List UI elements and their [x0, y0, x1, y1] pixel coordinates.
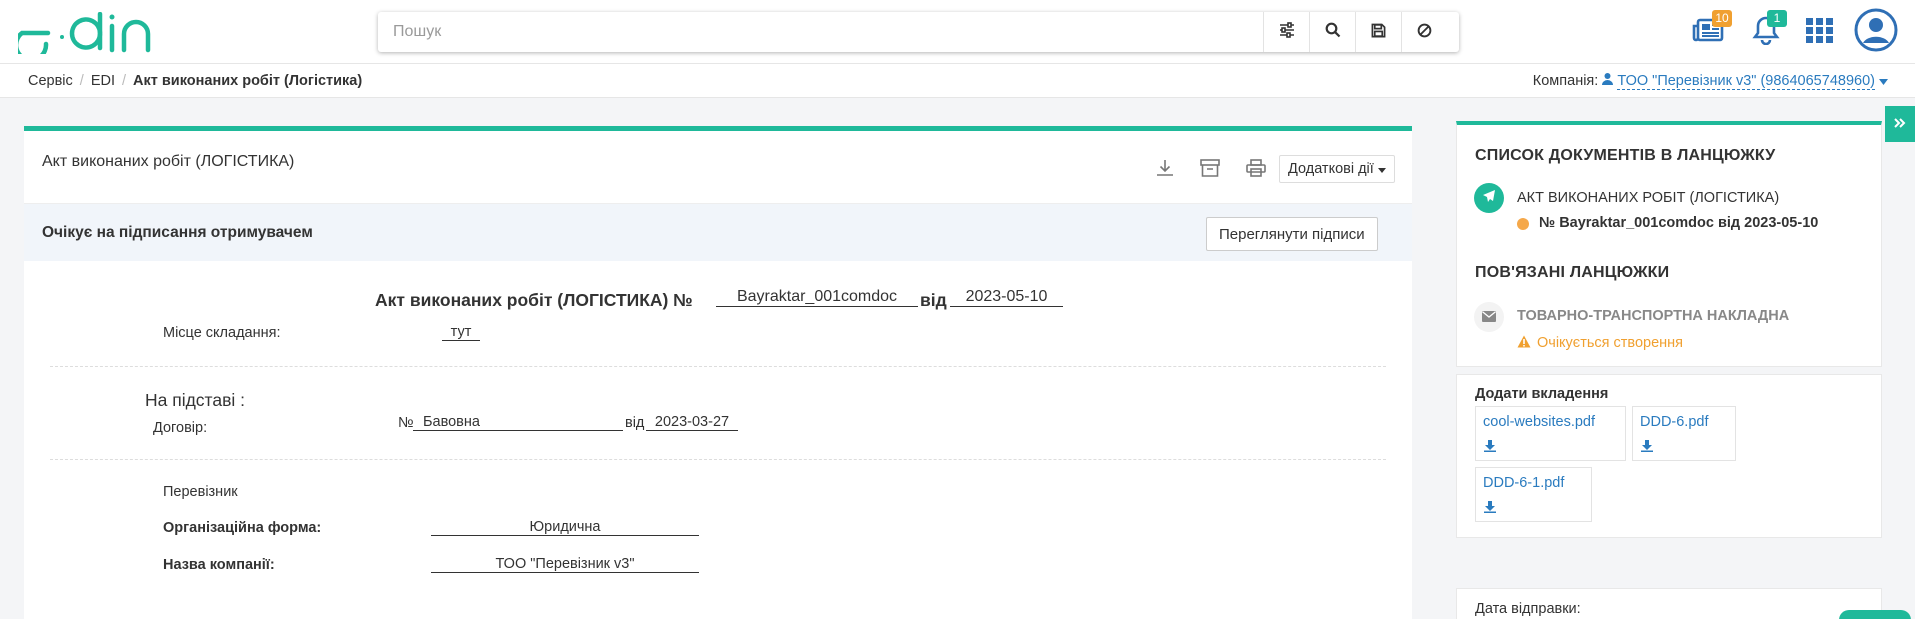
attachment-file[interactable]: cool-websites.pdf [1475, 406, 1626, 461]
attachment-file[interactable]: DDD-6.pdf [1632, 406, 1736, 461]
paper-plane-icon [1482, 189, 1496, 207]
print-icon [1246, 159, 1266, 181]
search-icon [1325, 22, 1341, 42]
attachments-panel: Додати вкладення cool-websites.pdf DDD-6… [1456, 374, 1882, 538]
filter-button[interactable] [1263, 12, 1309, 52]
envelope-icon [1482, 309, 1496, 326]
place-value: тут [442, 324, 480, 341]
notifications-button[interactable]: 1 [1743, 10, 1789, 54]
chain-doc-number: № Bayraktar_001comdoc від 2023-05-10 [1539, 215, 1819, 231]
basis-heading: На підставі : [145, 390, 246, 410]
user-avatar-button[interactable] [1852, 8, 1900, 56]
related-doc-name[interactable]: ТОВАРНО-ТРАНСПОРТНА НАКЛАДНА [1517, 308, 1789, 324]
search-input[interactable] [378, 12, 1263, 52]
search-button[interactable] [1309, 12, 1355, 52]
attachment-file[interactable]: DDD-6-1.pdf [1475, 467, 1592, 522]
user-icon [1602, 73, 1614, 89]
carrier-heading: Перевізник [163, 484, 238, 500]
double-chevron-right-icon [1894, 116, 1906, 133]
breadcrumb-service[interactable]: Сервіс [28, 73, 73, 89]
warning-icon [1517, 335, 1531, 352]
related-doc-badge [1474, 302, 1504, 332]
edin-logo[interactable] [13, 11, 158, 63]
related-doc-status: Очікується створення [1537, 335, 1684, 351]
company-dropdown[interactable]: ТОО "Перевізник v3" (9864065748960) [1617, 73, 1875, 90]
document-date-field: 2023-05-10 [950, 288, 1063, 307]
floppy-disk-icon [1371, 23, 1386, 42]
news-button[interactable]: 10 [1686, 10, 1732, 54]
save-search-button[interactable] [1355, 12, 1401, 52]
company-label: Компанія: [1532, 73, 1599, 89]
contract-from-label: від [625, 415, 645, 431]
clear-search-button[interactable] [1401, 12, 1447, 52]
document-panel: Акт виконаних робіт (ЛОГІСТИКА) Додатков… [24, 126, 1412, 619]
contract-number-field: Бавовна [413, 414, 623, 431]
download-icon[interactable] [1484, 439, 1496, 456]
status-bar: Очікує на підписання отримувачем Перегля… [24, 204, 1412, 261]
related-chains-title: ПОВ'ЯЗАНІ ЛАНЦЮЖКИ [1475, 264, 1670, 281]
status-dot [1517, 218, 1529, 230]
user-circle-icon [1854, 8, 1898, 56]
divider [50, 366, 1386, 367]
download-icon [1156, 159, 1174, 181]
search-bar [378, 12, 1459, 52]
company-selector: Компанія: ТОО "Перевізник v3" (986406574… [1532, 73, 1888, 90]
notifications-badge: 1 [1767, 10, 1787, 27]
ban-icon [1417, 23, 1432, 42]
apps-menu-button[interactable] [1797, 10, 1843, 54]
form-title: Акт виконаних робіт (ЛОГІСТИКА) № [375, 290, 693, 310]
send-date-label: Дата відправки: [1475, 601, 1581, 617]
print-button[interactable] [1241, 155, 1271, 185]
grid-icon [1806, 16, 1834, 48]
more-actions-label: Додаткові дії [1288, 161, 1374, 177]
download-button[interactable] [1150, 155, 1180, 185]
sliders-icon [1279, 22, 1295, 42]
breadcrumb-bar: Сервіс / EDI / Акт виконаних робіт (Логістик… [0, 64, 1915, 98]
status-text: Очікує на підписання отримувачем [42, 224, 313, 241]
from-label: від [920, 290, 947, 310]
attachments-title[interactable]: Додати вкладення [1475, 386, 1608, 402]
org-form-field: Юридична [431, 519, 699, 536]
attachment-name[interactable]: DDD-6.pdf [1640, 414, 1709, 430]
send-date-panel: Дата відправки: [1456, 588, 1882, 619]
caret-down-icon[interactable] [1879, 73, 1888, 89]
view-signatures-button[interactable]: Переглянути підписи [1206, 217, 1378, 251]
document-header: Акт виконаних робіт (ЛОГІСТИКА) Додатков… [24, 131, 1412, 204]
place-label: Місце складання: [163, 325, 281, 341]
document-title: Акт виконаних робіт (ЛОГІСТИКА) [42, 153, 295, 170]
contract-label: Договір: [153, 420, 208, 436]
company-name-field: ТОО "Перевізник v3" [431, 556, 699, 573]
archive-icon [1200, 159, 1220, 181]
attachment-name[interactable]: cool-websites.pdf [1483, 414, 1595, 430]
breadcrumb-current: Акт виконаних робіт (Логістика) [133, 73, 363, 89]
chat-widget-button[interactable] [1839, 610, 1911, 619]
breadcrumb-edi[interactable]: EDI [91, 73, 115, 89]
more-actions-dropdown[interactable]: Додаткові дії [1279, 155, 1395, 183]
chain-doc-link[interactable]: АКТ ВИКОНАНИХ РОБІТ (ЛОГІСТИКА) [1517, 190, 1779, 206]
contract-number-prefix: № [398, 415, 414, 431]
archive-button[interactable] [1195, 155, 1225, 185]
chain-doc-badge [1474, 183, 1504, 213]
collapse-sidebar-button[interactable] [1885, 106, 1915, 142]
document-form: Акт виконаних робіт (ЛОГІСТИКА) № Bayrak… [24, 261, 1412, 619]
document-number-field: Bayraktar_001comdoc [716, 288, 918, 307]
chain-title: СПИСОК ДОКУМЕНТІВ В ЛАНЦЮЖКУ [1475, 147, 1776, 164]
caret-down-icon [1377, 161, 1386, 177]
contract-date-field: 2023-03-27 [646, 414, 738, 431]
attachment-name[interactable]: DDD-6-1.pdf [1483, 475, 1564, 491]
news-badge: 10 [1712, 10, 1732, 27]
company-name-label: Назва компанії: [163, 557, 275, 573]
download-icon[interactable] [1484, 500, 1496, 517]
breadcrumb: Сервіс / EDI / Акт виконаних робіт (Логістик… [28, 73, 363, 89]
download-icon[interactable] [1641, 439, 1653, 456]
org-form-label: Організаційна форма: [163, 520, 322, 536]
document-chain-panel: СПИСОК ДОКУМЕНТІВ В ЛАНЦЮЖКУ АКТ ВИКОНАН… [1456, 121, 1882, 367]
divider [50, 459, 1386, 460]
top-bar: 10 1 [0, 0, 1915, 64]
